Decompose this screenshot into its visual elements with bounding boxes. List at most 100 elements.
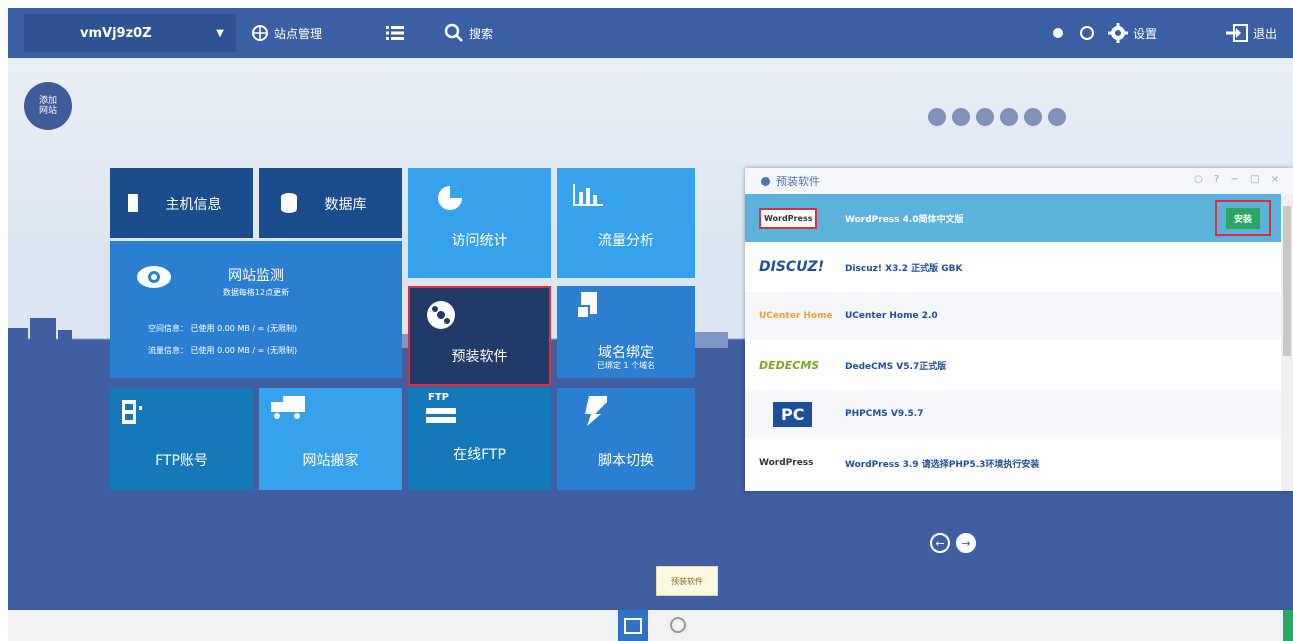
clock-button[interactable] [1080, 8, 1094, 58]
list-item[interactable]: PC PHPCMS V9.5.7 [745, 390, 1281, 438]
tile-domain-label: 域名绑定 [598, 345, 654, 361]
tooltip: 预装软件 [656, 566, 718, 596]
logout-button[interactable]: 退出 [1226, 8, 1277, 58]
clock-icon [1080, 26, 1094, 40]
list-item[interactable]: WordPress WordPress 3.9 请选择PHP5.3环境执行安装 [745, 439, 1281, 487]
settings-label: 设置 [1133, 26, 1158, 41]
list-item[interactable]: WordPress WordPress 4.0简体中文版 安装 [745, 194, 1281, 242]
list-item[interactable]: DISCUZ! Discuz! X3.2 正式版 GBK [745, 243, 1281, 291]
window-btn-1[interactable] [928, 108, 946, 126]
logout-label: 退出 [1253, 26, 1278, 41]
tile-ftp-account[interactable]: FTP账号 [110, 388, 253, 490]
tile-online-ftp-label: 在线FTP [453, 447, 506, 463]
tile-monitor-label: 网站监测 [228, 268, 284, 284]
window-btn-4[interactable] [1000, 108, 1018, 126]
gear-icon [1108, 23, 1128, 43]
tile-script-switch-label: 脚本切换 [598, 453, 654, 469]
settings-button[interactable]: 设置 [1108, 8, 1157, 58]
tile-host-info-label: 主机信息 [165, 197, 222, 213]
tile-traffic-label: 流量分析 [598, 233, 654, 249]
bar-chart-icon [573, 184, 603, 206]
list-item[interactable]: UCenter Home UCenter Home 2.0 [745, 292, 1281, 340]
taskbar-corner-button[interactable] [1283, 610, 1293, 641]
preinstall-panel: 预装软件 ○ ? − □ × WordPress WordPress 4.0简体… [745, 168, 1293, 491]
tile-visit-stats[interactable]: 访问统计 [408, 168, 551, 278]
software-name: PHPCMS V9.5.7 [845, 409, 924, 419]
ftp-tag: FTP [428, 392, 449, 403]
list-item[interactable]: DEDECMS DedeCMS V5.7正式版 [745, 341, 1281, 389]
search-button[interactable]: 搜索 [444, 8, 493, 58]
site-manage-label: 站点管理 [274, 26, 323, 41]
software-logo: DISCUZ! [745, 259, 845, 275]
panel-scrollbar[interactable] [1281, 194, 1293, 491]
tile-database[interactable]: 数据库 [259, 168, 402, 238]
search-icon [444, 23, 463, 42]
window-btn-6[interactable] [1048, 108, 1066, 126]
wordpress-logo: WordPress [759, 458, 814, 468]
tile-preinstall-label: 预装软件 [451, 349, 508, 365]
software-logo: DEDECMS [745, 359, 845, 372]
panel-title-bar: 预装软件 ○ ? − □ × [745, 168, 1293, 194]
globe-icon [252, 25, 268, 41]
install-button[interactable]: 安装 [1215, 200, 1271, 236]
scrollbar-thumb[interactable] [1283, 206, 1291, 356]
next-page-icon[interactable]: → [956, 533, 976, 553]
taskbar-close-button[interactable] [670, 617, 686, 633]
wordpress-logo: WordPress [764, 213, 813, 223]
prev-page-icon[interactable]: ← [930, 533, 950, 553]
panel-title: 预装软件 [776, 175, 820, 188]
script-switch-icon [585, 396, 607, 426]
window-btn-2[interactable] [952, 108, 970, 126]
chat-icon [1053, 28, 1063, 38]
tile-site-move[interactable]: 网站搬家 [259, 388, 402, 490]
discuz-logo: DISCUZ! [759, 259, 825, 275]
tile-online-ftp[interactable]: FTP 在线FTP [408, 388, 551, 490]
site-selector[interactable]: vmVj9z0Z ▼ [24, 14, 236, 52]
tile-preinstall[interactable]: 预装软件 [408, 286, 551, 386]
install-label: 安装 [1225, 207, 1260, 229]
tile-script-switch[interactable]: 脚本切换 [557, 388, 695, 490]
software-logo: WordPress [745, 458, 845, 468]
dedecms-logo: DEDECMS [759, 358, 820, 372]
list-button[interactable] [386, 8, 409, 58]
panel-window-controls[interactable]: ○ ? − □ × [1194, 174, 1283, 185]
tile-host-info[interactable]: 主机信息 [110, 168, 253, 238]
ftp-account-icon [122, 400, 142, 424]
tile-domain[interactable]: 域名绑定 已绑定 1 个域名 [557, 286, 695, 378]
software-logo: PC [745, 401, 845, 427]
message-button[interactable] [1053, 8, 1063, 58]
add-site-button[interactable]: 添加网站 [24, 82, 72, 130]
tile-visit-stats-label: 访问统计 [451, 233, 508, 249]
tile-monitor[interactable]: 网站监测 数据每格12点更新 空间信息： 已使用 0.00 MB / ∞ (无限… [110, 241, 402, 378]
software-logo: UCenter Home [745, 311, 845, 321]
site-name: vmVj9z0Z [80, 25, 152, 41]
window-controls [928, 108, 1066, 126]
tile-traffic[interactable]: 流量分析 [557, 168, 695, 278]
tooltip-text: 预装软件 [671, 576, 703, 586]
window-btn-5[interactable] [1024, 108, 1042, 126]
list-icon [386, 26, 404, 40]
app-frame: vmVj9z0Z ▼ 站点管理 搜索 设置 退出 添加网站 主机信息 数据库 访… [8, 8, 1293, 641]
tile-ftp-account-label: FTP账号 [155, 453, 208, 469]
add-site-label: 添加网站 [38, 96, 57, 116]
tile-database-label: 数据库 [324, 197, 367, 213]
tile-site-move-label: 网站搬家 [302, 453, 359, 469]
software-name: DedeCMS V5.7正式版 [845, 361, 947, 372]
pie-chart-icon [438, 186, 462, 210]
disc-icon [427, 301, 455, 329]
top-bar: vmVj9z0Z ▼ 站点管理 搜索 设置 退出 [8, 8, 1293, 58]
tile-monitor-sub: 数据每格12点更新 [222, 288, 290, 297]
software-name: WordPress 4.0简体中文版 [845, 214, 964, 225]
taskbar-preinstall-button[interactable] [618, 610, 648, 641]
software-logo: WordPress [745, 207, 845, 229]
chevron-down-icon: ▼ [216, 27, 224, 39]
site-manage-button[interactable]: 站点管理 [251, 8, 322, 58]
main-content: 添加网站 主机信息 数据库 访问统计 流量分析 网站监测 数据每格12点更新 空… [8, 58, 1293, 610]
search-label: 搜索 [469, 26, 494, 41]
window-icon [624, 617, 642, 634]
traffic-info: 流量信息： 已使用 0.00 MB / ∞ (无限制) [148, 346, 298, 355]
truck-icon [271, 396, 305, 419]
logout-icon [1226, 24, 1248, 42]
window-btn-3[interactable] [976, 108, 994, 126]
panel-icon [761, 176, 770, 186]
